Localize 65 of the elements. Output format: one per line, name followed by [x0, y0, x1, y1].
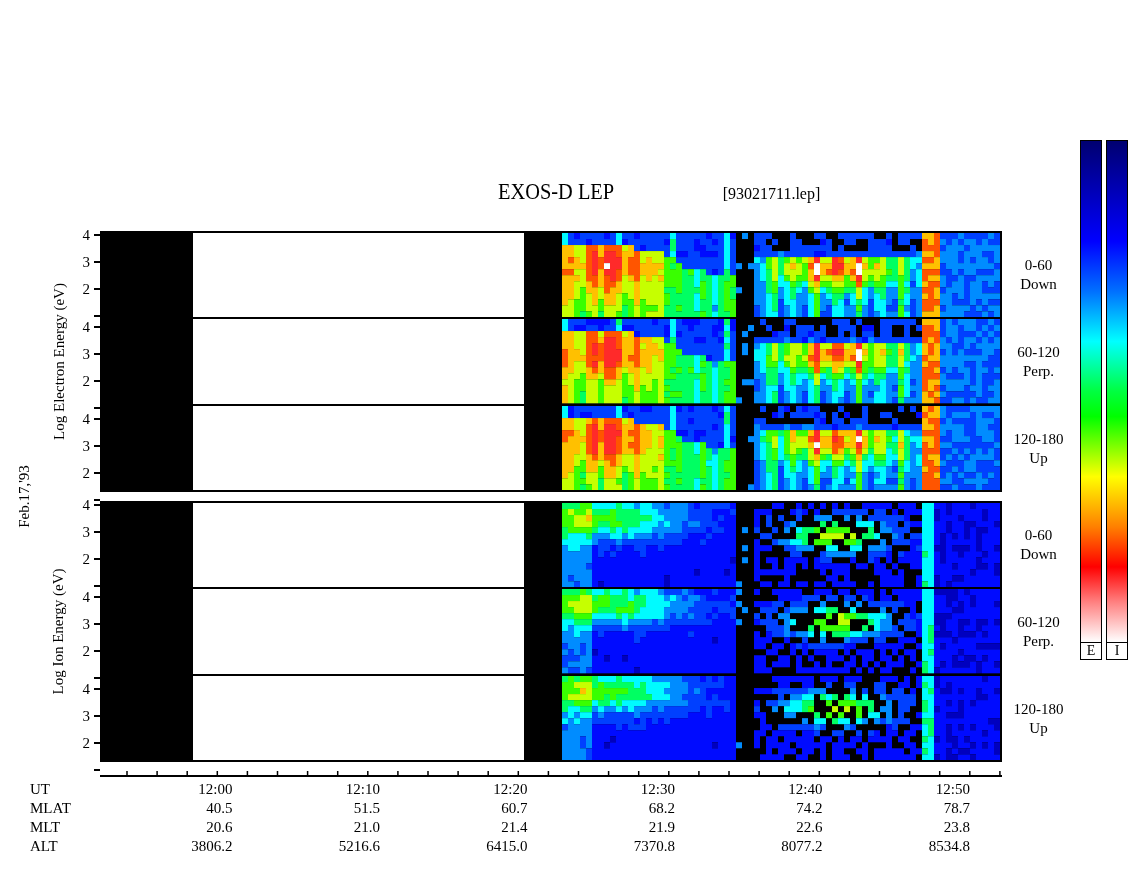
direction-label: Perp.: [1022, 631, 1055, 651]
tick-label: 3: [82, 346, 90, 362]
axis-title: Log Electron Energy (eV): [50, 283, 68, 440]
axis-value: 51.5: [353, 799, 380, 818]
pitch-angle-label: 60-120: [1017, 612, 1060, 632]
axis-value: 60.7: [501, 799, 528, 818]
axis-value: 7370.8: [633, 837, 675, 856]
axis-title: Log Ion Energy (eV): [50, 568, 68, 695]
axis-value: 8077.2: [781, 837, 823, 856]
direction-label: Down: [1020, 274, 1057, 294]
axis-value: 12:10: [345, 780, 380, 799]
tick-label: 3: [82, 524, 90, 540]
row-label: ALT: [29, 837, 59, 856]
direction-label: Down: [1020, 544, 1057, 564]
axis-value: 23.8: [943, 818, 970, 837]
axis-value: 40.5: [206, 799, 233, 818]
tick-label: 4: [82, 319, 90, 335]
row-label: UT: [29, 780, 51, 799]
pitch-angle-label: 120-180: [1013, 429, 1064, 449]
tick-label: 4: [82, 681, 90, 697]
axis-value: 21.9: [648, 818, 675, 837]
tick-label: 3: [82, 708, 90, 724]
axis-value: 6415.0: [486, 837, 528, 856]
direction-label: Up: [1029, 718, 1048, 738]
axis-value: 12:00: [198, 780, 233, 799]
row-label: MLT: [29, 818, 62, 837]
tick-label: 2: [82, 373, 90, 389]
tick-label: 4: [82, 227, 90, 243]
axis-value: 21.4: [501, 818, 528, 837]
tick-label: 2: [82, 735, 90, 751]
tick-label: 3: [82, 616, 90, 632]
row-label: MLAT: [29, 799, 72, 818]
pitch-angle-label: 0-60: [1024, 525, 1053, 545]
pitch-angle-label: 120-180: [1013, 699, 1064, 719]
tick-label: 2: [82, 281, 90, 297]
axis-value: 21.0: [353, 818, 380, 837]
file-name: [93021711.lep]: [722, 185, 821, 203]
date-label: Feb.17,'93: [15, 465, 33, 528]
tick-label: 2: [82, 465, 90, 481]
axis-value: 12:40: [788, 780, 823, 799]
tick-label: 4: [82, 497, 90, 513]
direction-label: Perp.: [1022, 361, 1055, 381]
tick-label: 4: [82, 411, 90, 427]
tick-label: 4: [82, 589, 90, 605]
scale-label: I: [1106, 643, 1128, 660]
axis-value: 3806.2: [191, 837, 233, 856]
axis-value: 8534.8: [928, 837, 970, 856]
axis-value: 68.2: [648, 799, 675, 818]
axis-value: 22.6: [796, 818, 823, 837]
pitch-angle-label: 60-120: [1017, 342, 1060, 362]
axis-value: 12:30: [640, 780, 675, 799]
scale-label: E: [1080, 643, 1102, 660]
tick-label: 3: [82, 254, 90, 270]
tick-label: 2: [82, 643, 90, 659]
axis-value: 5216.6: [338, 837, 380, 856]
pitch-angle-label: 0-60: [1024, 255, 1053, 275]
tick-label: 3: [82, 438, 90, 454]
direction-label: Up: [1029, 448, 1048, 468]
axis-value: 74.2: [796, 799, 823, 818]
axis-value: 12:20: [493, 780, 528, 799]
tick-label: 2: [82, 551, 90, 567]
axis-value: 78.7: [943, 799, 970, 818]
axis-value: 12:50: [935, 780, 970, 799]
plot-title: EXOS-D LEP: [498, 177, 615, 206]
axis-value: 20.6: [206, 818, 233, 837]
